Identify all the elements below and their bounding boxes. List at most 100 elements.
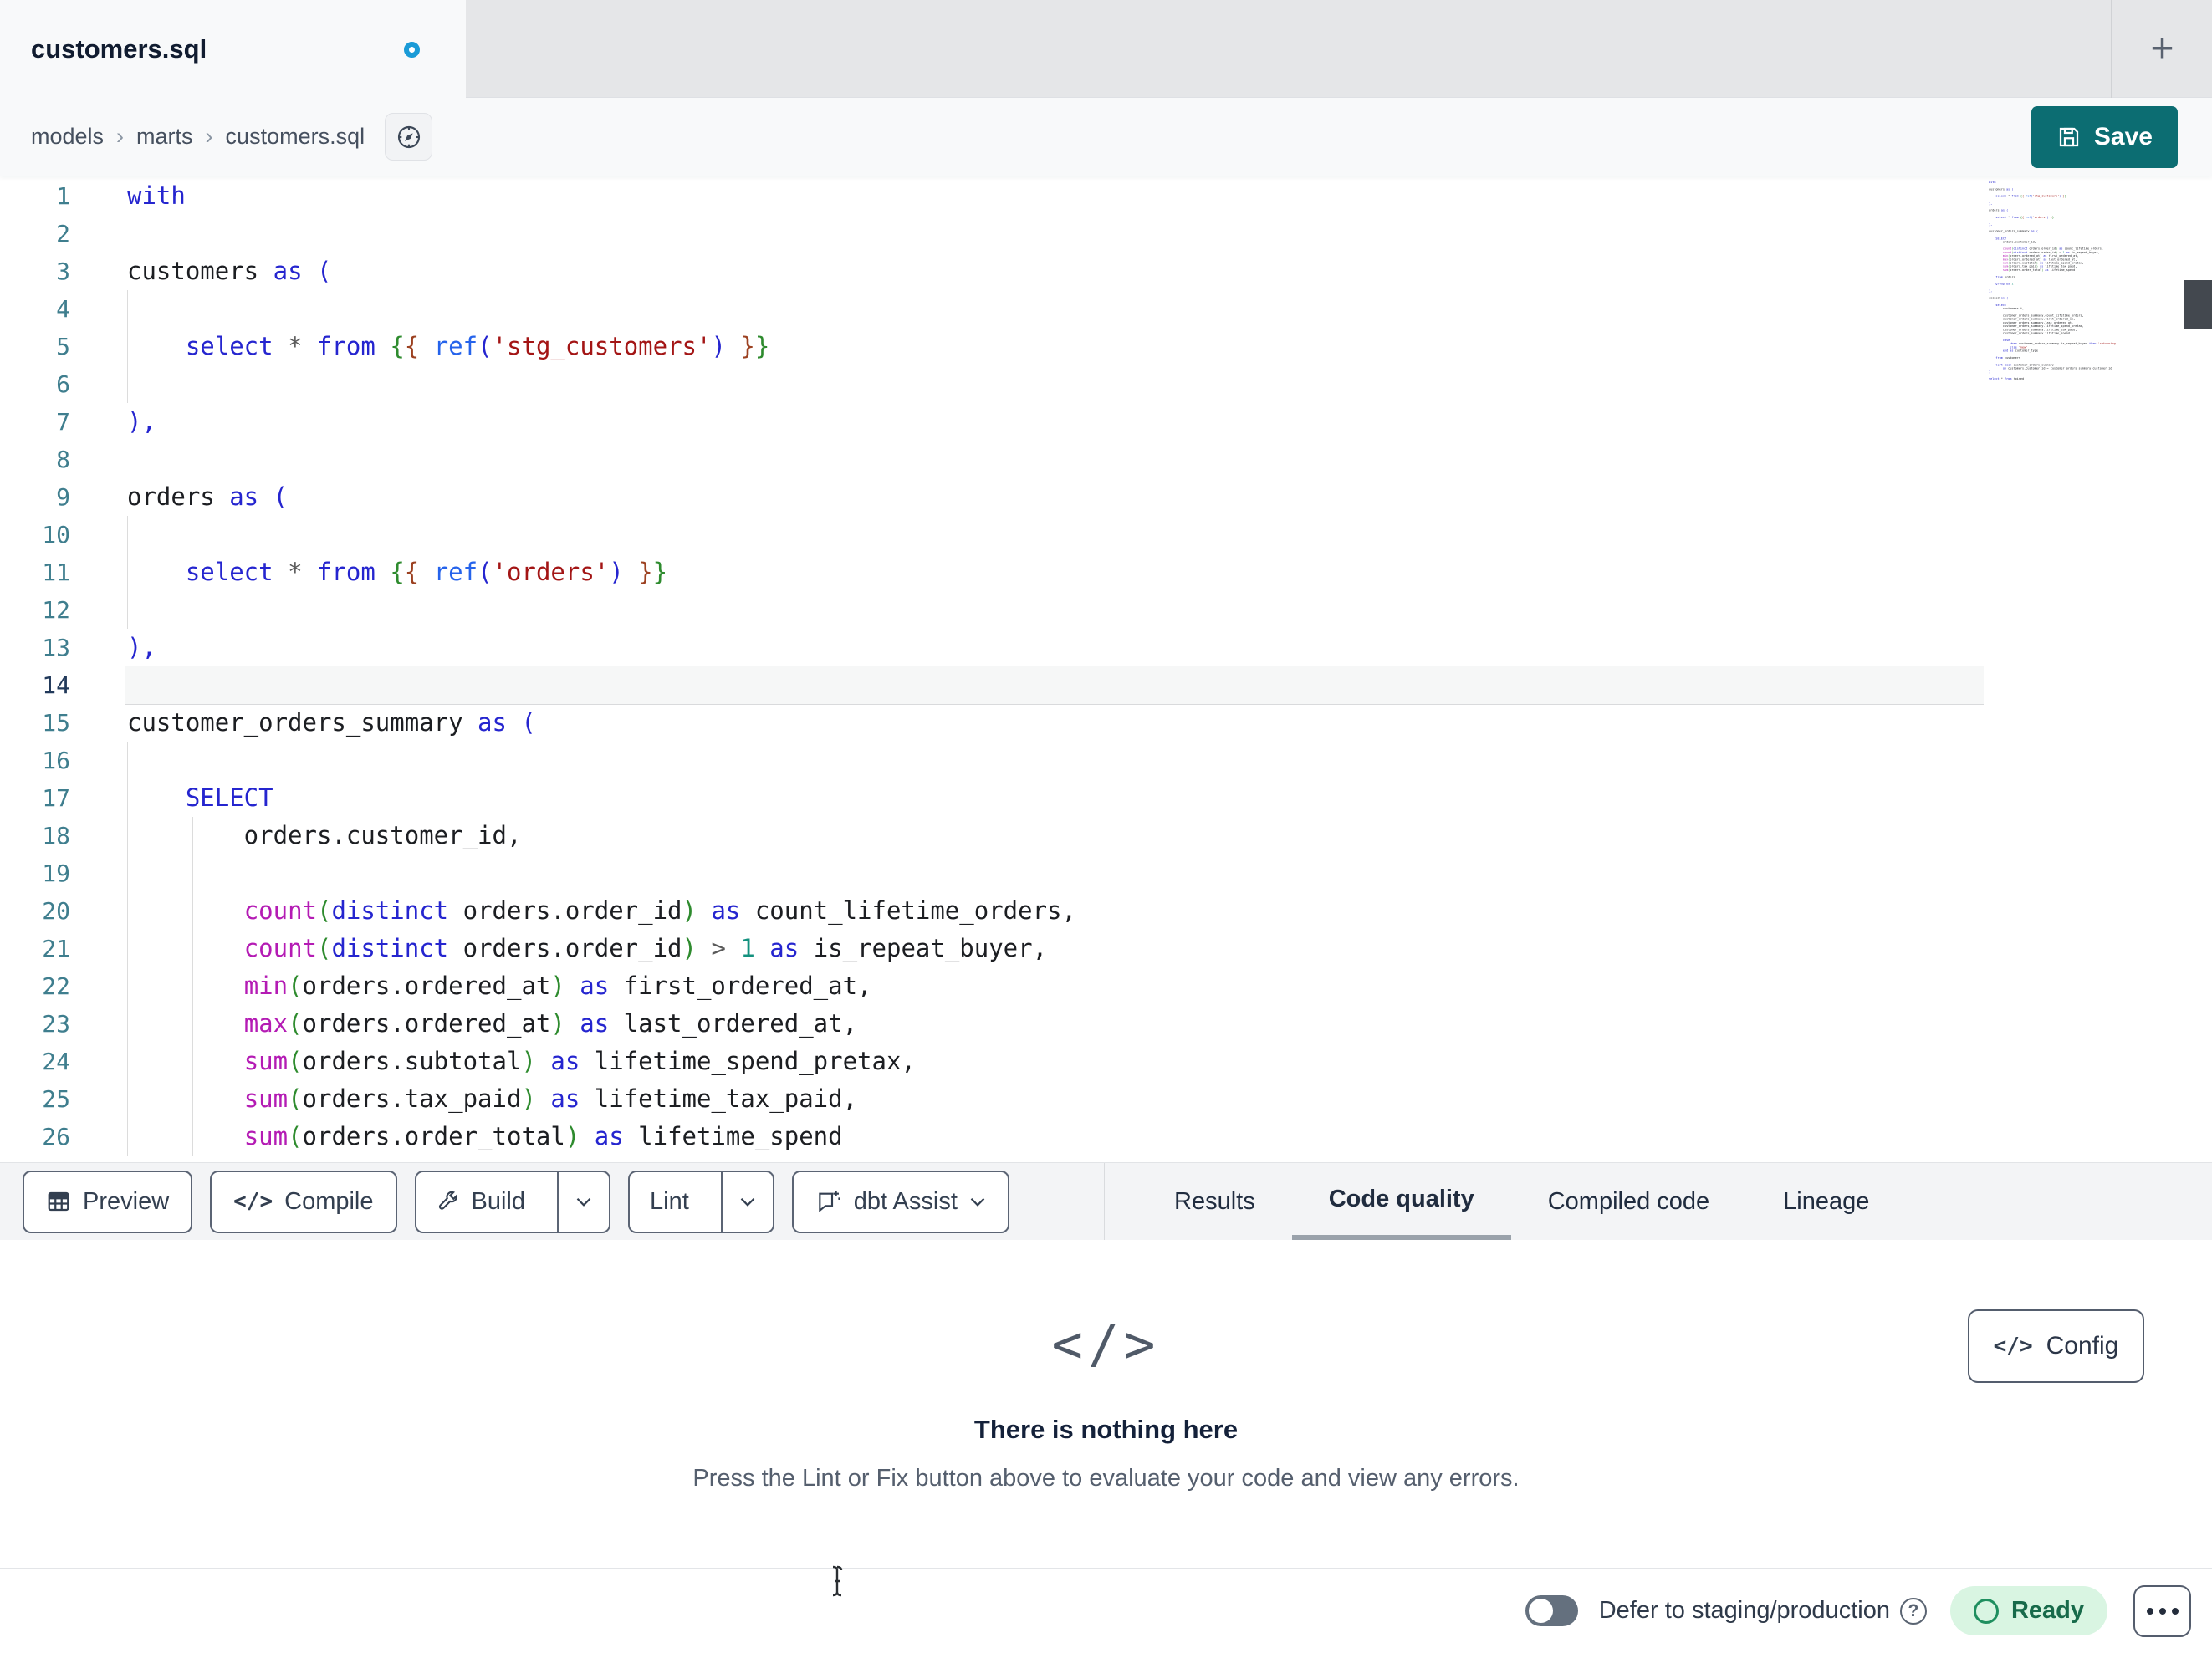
defer-label: Defer to staging/production [1598, 1597, 1890, 1624]
line-number: 3 [56, 258, 70, 285]
preview-label: Preview [83, 1187, 170, 1215]
code-line[interactable]: 3 customers as ( [0, 253, 2212, 290]
build-split-button: Build [414, 1170, 610, 1233]
results-panel: </> There is nothing here Press the Lint… [0, 1240, 2212, 1568]
code-glyph-icon: </> [1051, 1314, 1161, 1375]
line-number: 2 [56, 220, 70, 247]
line-content [70, 855, 127, 892]
dbt-assist-label: dbt Assist [853, 1187, 958, 1215]
tab-lineage[interactable]: Lineage [1746, 1163, 1906, 1240]
code-editor[interactable]: 1 with 2 3 customers as ( 4 5 select * from {{… [0, 176, 2212, 1162]
line-number: 15 [42, 709, 70, 737]
line-content: orders.customer_id, [127, 821, 522, 849]
code-icon: </> [233, 1189, 273, 1214]
compile-label: Compile [284, 1187, 374, 1215]
config-label: Config [2046, 1332, 2119, 1360]
tab-results[interactable]: Results [1137, 1163, 1292, 1240]
more-options-button[interactable] [2133, 1584, 2191, 1637]
line-number: 19 [42, 860, 70, 887]
tab-compiled-code[interactable]: Compiled code [1511, 1163, 1746, 1240]
assist-sparkle-chat-icon [819, 1191, 840, 1212]
code-line[interactable]: 10 [0, 516, 2212, 554]
config-button[interactable]: </> Config [1968, 1309, 2144, 1383]
tab-code-quality[interactable]: Code quality [1291, 1163, 1511, 1240]
line-content: with [127, 181, 186, 210]
code-line[interactable]: 19 [0, 855, 2212, 892]
code-line[interactable]: 1 with [0, 177, 2212, 215]
editor-tab-bar: customers.sql + [0, 0, 2212, 99]
code-line[interactable]: 24 sum(orders.subtotal) as lifetime_spen… [0, 1043, 2212, 1080]
line-content: ), [127, 407, 156, 436]
save-button[interactable]: Save [2031, 105, 2178, 168]
line-content: select * from {{ ref('orders') }} [185, 558, 668, 586]
code-line[interactable]: 15 customer_orders_summary as ( [0, 704, 2212, 742]
code-line[interactable]: 7), [0, 403, 2212, 441]
code-line[interactable]: 11 select * from {{ ref('orders') }} [0, 554, 2212, 591]
breadcrumb-customers-sql[interactable]: customers.sql [226, 124, 365, 150]
ide-status-badge[interactable]: Ready [1949, 1586, 2107, 1635]
line-number: 26 [42, 1123, 70, 1150]
line-content [70, 290, 127, 328]
new-tab-button[interactable]: + [2111, 0, 2212, 98]
code-line[interactable]: 6 [0, 365, 2212, 403]
line-content [70, 666, 127, 704]
line-number: 24 [42, 1048, 70, 1075]
line-content: sum(orders.tax_paid) as lifetime_tax_pai… [243, 1084, 858, 1113]
line-number: 12 [42, 596, 70, 624]
code-line[interactable]: 20 count(distinct orders.order_id) as co… [0, 892, 2212, 930]
line-number: 16 [42, 747, 70, 774]
line-content [70, 365, 127, 403]
dot-icon [2158, 1607, 2166, 1615]
line-content [70, 742, 127, 779]
line-content: max(orders.ordered_at) as last_ordered_a… [243, 1009, 858, 1038]
preview-button[interactable]: Preview [23, 1170, 193, 1233]
build-button[interactable]: Build [416, 1172, 546, 1232]
line-content [70, 591, 127, 629]
line-number: 22 [42, 972, 70, 1000]
code-line[interactable]: 22 min(orders.ordered_at) as first_order… [0, 967, 2212, 1005]
code-line[interactable]: 25 sum(orders.tax_paid) as lifetime_tax_… [0, 1080, 2212, 1118]
chevron-down-icon [576, 1197, 591, 1207]
compile-button[interactable]: </> Compile [210, 1170, 397, 1233]
code-icon: </> [1993, 1334, 2033, 1359]
code-line[interactable]: 16 [0, 742, 2212, 779]
save-floppy-icon [2059, 127, 2079, 146]
lint-button[interactable]: Lint [630, 1172, 709, 1232]
dbt-assist-button[interactable]: dbt Assist [791, 1170, 1009, 1233]
line-content [70, 215, 127, 253]
help-icon[interactable]: ? [1899, 1597, 1927, 1625]
line-content [70, 516, 127, 554]
dot-icon [2146, 1607, 2153, 1615]
toggle-knob [1528, 1599, 1553, 1623]
line-content: sum(orders.subtotal) as lifetime_spend_p… [243, 1047, 916, 1075]
line-number: 25 [42, 1085, 70, 1113]
status-ring-icon [1973, 1598, 1999, 1624]
lint-dropdown-button[interactable] [720, 1171, 773, 1232]
empty-state-title: There is nothing here [973, 1415, 1239, 1444]
code-line[interactable]: 4 [0, 290, 2212, 328]
code-line[interactable]: 13), [0, 629, 2212, 666]
code-line[interactable]: 26 sum(orders.order_total) as lifetime_s… [0, 1118, 2212, 1156]
code-line[interactable]: 14 [0, 666, 2212, 704]
code-line[interactable]: 12 [0, 591, 2212, 629]
tab-customers-sql[interactable]: customers.sql [0, 0, 466, 99]
breadcrumb-models[interactable]: models [31, 124, 104, 150]
status-label: Ready [2010, 1597, 2084, 1624]
file-header: models › marts › customers.sql Save [0, 98, 2212, 176]
line-number: 4 [56, 295, 70, 323]
code-line[interactable]: 5 select * from {{ ref('stg_customers') … [0, 328, 2212, 365]
code-line[interactable]: 9 orders as ( [0, 478, 2212, 516]
table-grid-icon [48, 1191, 69, 1212]
code-line[interactable]: 8 [0, 441, 2212, 478]
breadcrumb-marts[interactable]: marts [136, 124, 193, 150]
code-line[interactable]: 2 [0, 215, 2212, 253]
code-line[interactable]: 18 orders.customer_id, [0, 817, 2212, 855]
code-line[interactable]: 23 max(orders.ordered_at) as last_ordere… [0, 1005, 2212, 1043]
build-dropdown-button[interactable] [557, 1171, 609, 1232]
code-line[interactable]: 21 count(distinct orders.order_id) > 1 a… [0, 930, 2212, 967]
code-line[interactable]: 17 SELECT [0, 779, 2212, 817]
explore-lineage-button[interactable] [385, 113, 433, 161]
save-label: Save [2093, 122, 2153, 151]
tab-title: customers.sql [31, 34, 207, 64]
defer-toggle[interactable] [1525, 1595, 1578, 1626]
